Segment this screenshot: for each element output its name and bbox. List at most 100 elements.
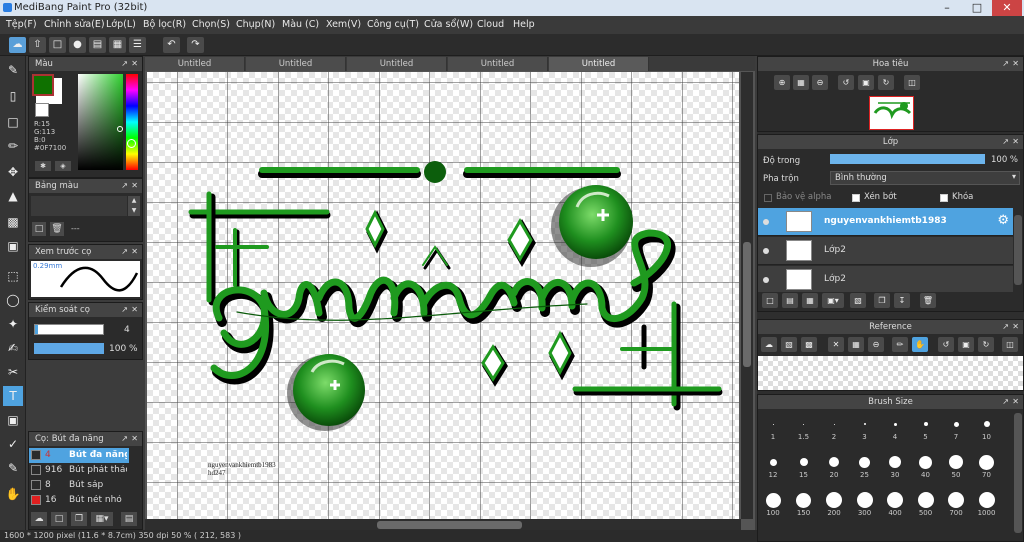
magic-wand-icon[interactable]: ✦ — [3, 314, 23, 334]
rotate-right-icon[interactable]: ↻ — [878, 75, 894, 90]
comment-icon[interactable]: □ — [49, 37, 66, 53]
close-icon[interactable]: ✕ — [1012, 135, 1019, 149]
brush-tool-icon[interactable]: ✎ — [3, 60, 23, 80]
menu-capture[interactable]: Chụp(N) — [236, 19, 275, 30]
new-layer-icon[interactable]: □ — [762, 293, 778, 308]
menu-tools[interactable]: Công cụ(T) — [367, 19, 419, 30]
select-rect-icon[interactable]: ⬚ — [3, 266, 23, 286]
brush-size-option[interactable]: 10 — [972, 415, 1002, 451]
undo-icon[interactable]: ↶ — [163, 37, 180, 53]
menu-help[interactable]: Help — [513, 19, 535, 30]
maximize-button[interactable]: □ — [962, 0, 992, 16]
popout-icon[interactable]: ↗ — [1002, 320, 1009, 334]
fit-reference-icon[interactable]: ▦ — [848, 337, 864, 352]
brush-size-option[interactable]: 70 — [972, 453, 1002, 489]
brush-size-option[interactable]: 300 — [850, 491, 880, 527]
zoom-in-icon[interactable]: ⊕ — [774, 75, 790, 90]
eraser-tool-icon[interactable]: ▯ — [3, 86, 23, 106]
folder-icon[interactable]: ▧ — [850, 293, 866, 308]
close-reference-icon[interactable]: ✕ — [828, 337, 844, 352]
brush-size-slider[interactable] — [34, 324, 104, 335]
layer-opacity-slider[interactable] — [830, 154, 985, 164]
menu-layer[interactable]: Lớp(L) — [106, 19, 136, 30]
brush-size-option[interactable]: 100 — [758, 491, 788, 527]
document-icon[interactable]: ▤ — [89, 37, 106, 53]
brush-size-option[interactable]: 12 — [758, 453, 788, 489]
delete-layer-icon[interactable]: 🗑 — [920, 293, 936, 308]
menu-file[interactable]: Tệp(F) — [6, 19, 37, 30]
brush-opacity-slider[interactable] — [34, 343, 104, 354]
drawing-canvas[interactable]: nguyenvankhiemtb1983 hd247 — [147, 72, 739, 519]
new-palette-icon[interactable]: □ — [32, 222, 46, 236]
chat-icon[interactable]: ● — [69, 37, 86, 53]
close-icon[interactable]: ✕ — [131, 245, 138, 259]
menu-select[interactable]: Chọn(S) — [192, 19, 230, 30]
lasso-icon[interactable]: ◯ — [3, 290, 23, 310]
zoom-fit-icon[interactable]: ▦ — [793, 75, 809, 90]
eye-icon[interactable] — [763, 248, 769, 254]
reference-image-area[interactable] — [758, 356, 1023, 390]
color-swap-icon[interactable]: ◈ — [55, 161, 71, 171]
add-layer-menu-icon[interactable]: ▣▾ — [822, 293, 844, 308]
brush-size-option[interactable]: 4 — [880, 415, 910, 451]
reference-trash-icon[interactable]: ▩ — [801, 337, 817, 352]
popout-icon[interactable]: ↗ — [121, 179, 128, 193]
layer-row[interactable]: Lớp2 — [758, 266, 1013, 292]
list-icon[interactable]: ☰ — [129, 37, 146, 53]
tab-document[interactable]: Untitled — [448, 57, 548, 71]
close-icon[interactable]: ✕ — [131, 57, 138, 71]
close-icon[interactable]: ✕ — [131, 303, 138, 317]
new-brush-icon[interactable]: □ — [51, 512, 67, 526]
hand-reference-icon[interactable]: ✋ — [912, 337, 928, 352]
brush-size-option[interactable]: 1000 — [972, 491, 1002, 527]
brush-size-option[interactable]: 15 — [789, 453, 819, 489]
saturation-value-picker[interactable] — [78, 74, 123, 170]
brush-size-option[interactable]: 400 — [880, 491, 910, 527]
close-icon[interactable]: ✕ — [131, 432, 138, 446]
blend-mode-select[interactable]: Bình thường ▾ — [830, 171, 1020, 185]
rotate-right-reference-icon[interactable]: ↻ — [978, 337, 994, 352]
brush-list-item[interactable]: 8 Bút sáp — [29, 478, 129, 493]
new-8bit-layer-icon[interactable]: ▦ — [802, 293, 818, 308]
close-icon[interactable]: ✕ — [1012, 320, 1019, 334]
cloud-brush-icon[interactable]: ☁ — [31, 512, 47, 526]
hue-slider[interactable] — [126, 74, 138, 170]
brush-size-option[interactable]: 700 — [941, 491, 971, 527]
close-button[interactable]: ✕ — [992, 0, 1022, 16]
brush-size-scrollbar[interactable] — [1014, 413, 1022, 533]
popout-icon[interactable]: ↗ — [1002, 395, 1009, 409]
protect-alpha-checkbox[interactable] — [764, 194, 772, 202]
rotate-reference-icon[interactable]: ↺ — [938, 337, 954, 352]
brush-list-item[interactable]: 4 Bút đa năng — [29, 448, 129, 463]
brush-size-option[interactable]: 500 — [911, 491, 941, 527]
brush-size-option[interactable]: 20 — [819, 453, 849, 489]
brush-size-option[interactable]: 3 — [850, 415, 880, 451]
popout-icon[interactable]: ↗ — [121, 57, 128, 71]
clipping-checkbox[interactable] — [852, 194, 860, 202]
cloud-reference-icon[interactable]: ☁ — [761, 337, 777, 352]
brush-size-option[interactable]: 40 — [911, 453, 941, 489]
gear-icon[interactable]: ⚙ — [997, 213, 1009, 228]
operation-tool-icon[interactable]: ▣ — [3, 410, 23, 430]
dropper-icon[interactable]: ✎ — [3, 458, 23, 478]
brush-size-option[interactable]: 50 — [941, 453, 971, 489]
text-tool-icon[interactable]: T — [3, 386, 23, 406]
copy-brush-icon[interactable]: ❐ — [71, 512, 87, 526]
tab-document[interactable]: Untitled — [347, 57, 447, 71]
trash-icon[interactable]: 🗑 — [50, 222, 64, 236]
bucket-tool-icon[interactable]: ▩ — [3, 212, 23, 232]
redo-icon[interactable]: ↷ — [187, 37, 204, 53]
share-icon[interactable]: ⇧ — [29, 37, 46, 53]
white-swatch[interactable] — [35, 103, 49, 117]
foreground-color-swatch[interactable] — [32, 74, 54, 96]
popout-icon[interactable]: ↗ — [1002, 135, 1009, 149]
cloud-icon[interactable]: ☁ — [9, 37, 26, 53]
merge-down-icon[interactable]: ↧ — [894, 293, 910, 308]
brush-settings-icon[interactable]: ▤ — [121, 512, 137, 526]
zoom-out-icon[interactable]: ⊖ — [812, 75, 828, 90]
popout-icon[interactable]: ↗ — [121, 432, 128, 446]
palette-swatch-area[interactable] — [31, 196, 127, 216]
brush-list-item[interactable]: 16 Bút nét nhỏ — [29, 493, 129, 508]
menu-edit[interactable]: Chỉnh sửa(E) — [44, 19, 105, 30]
brush-size-option[interactable]: 5 — [911, 415, 941, 451]
